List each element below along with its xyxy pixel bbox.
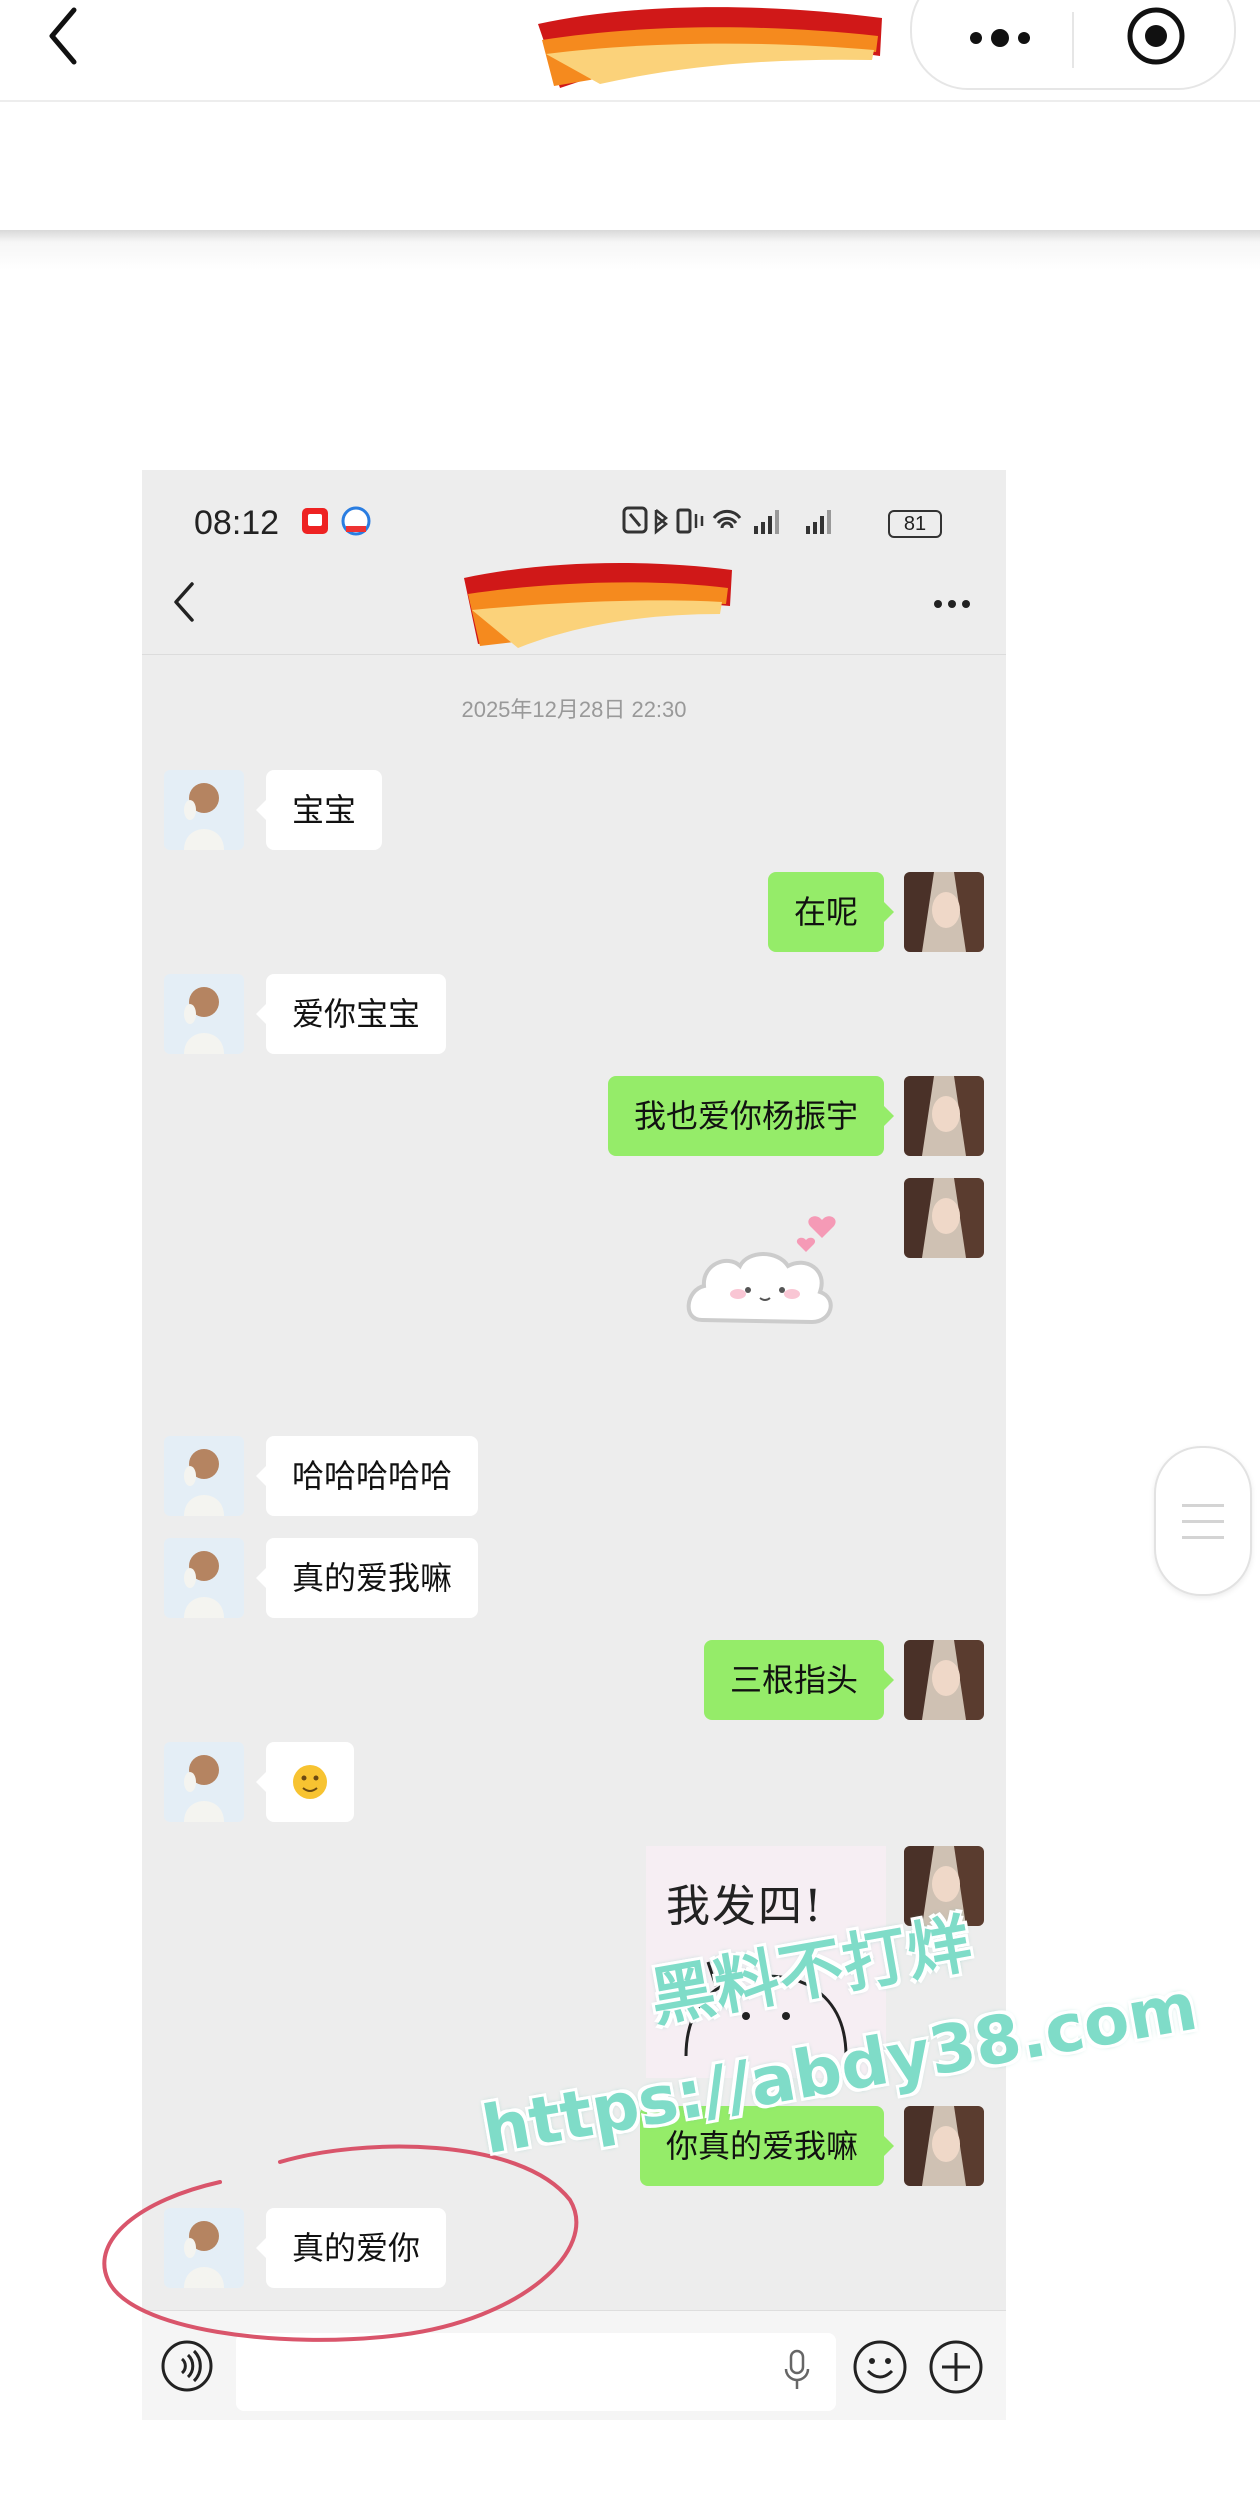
emoji-icon[interactable] [852,2339,908,2395]
message-bubble[interactable]: 三根指头 [703,1640,895,1720]
sticker-caption: 我发四! [666,1881,824,1932]
redaction-scribble [538,7,882,89]
contact-avatar[interactable] [164,1742,244,1822]
battery-indicator: 81 [888,510,942,538]
image-sticker[interactable]: 我发四! [646,1846,886,2078]
chat-screenshot: 08:12 81 2025年12月28日 22:30 宝宝 在呢 爱你宝宝 我也… [142,470,1006,2420]
back-arrow-icon[interactable] [44,6,84,66]
chat-header [142,550,1006,655]
user-avatar[interactable] [904,1846,984,1926]
message-bubble[interactable]: 我也爱你杨振宇 [607,1076,895,1156]
mini-program-capsule [910,0,1236,90]
capsule-divider [1072,12,1074,68]
contact-avatar[interactable] [164,974,244,1054]
status-time: 08:12 [194,504,280,542]
plus-icon[interactable] [928,2339,984,2395]
close-target-icon[interactable] [1124,4,1188,68]
chat-back-icon[interactable] [172,580,196,624]
bunny-sticker-icon[interactable] [682,1210,852,1350]
contact-avatar[interactable] [164,1538,244,1618]
message-bubble[interactable]: 宝宝 [255,770,383,850]
cartoon-drawing-icon [680,1961,848,2057]
user-avatar[interactable] [904,2106,984,2186]
contact-avatar[interactable] [164,770,244,850]
smiling-emoji-icon [293,1765,327,1799]
annotation-circle [102,2144,579,2342]
handle-line [1182,1536,1224,1539]
message-bubble[interactable]: 真的爱我嘛 [255,1538,479,1618]
floating-menu-handle[interactable] [1154,1446,1252,1596]
user-avatar[interactable] [904,1076,984,1156]
status-bar: 08:12 81 [142,470,1006,550]
message-bubble[interactable]: 在呢 [767,872,895,952]
handle-line [1182,1504,1224,1507]
top-bar [0,0,1260,100]
message-bubble[interactable]: 爱你宝宝 [255,974,447,1054]
chat-more-icon[interactable] [932,598,972,610]
user-avatar[interactable] [904,1640,984,1720]
contact-avatar[interactable] [164,1436,244,1516]
more-dots-icon[interactable] [960,18,1040,58]
message-bubble[interactable]: 你真的爱我嘛 [639,2106,895,2186]
chat-timestamp: 2025年12月28日 22:30 [461,697,687,722]
notification-icons [302,506,371,536]
system-status-icons [622,506,831,535]
user-avatar[interactable] [904,872,984,952]
user-avatar[interactable] [904,1178,984,1258]
handle-line [1182,1520,1224,1523]
contact-name-redaction [464,563,732,648]
emoji-bubble[interactable] [256,1742,354,1822]
message-bubble[interactable]: 哈哈哈哈哈 [255,1436,479,1516]
microphone-icon[interactable] [782,2349,812,2391]
band-shadow [0,230,1260,270]
content-header-band [0,102,1260,230]
